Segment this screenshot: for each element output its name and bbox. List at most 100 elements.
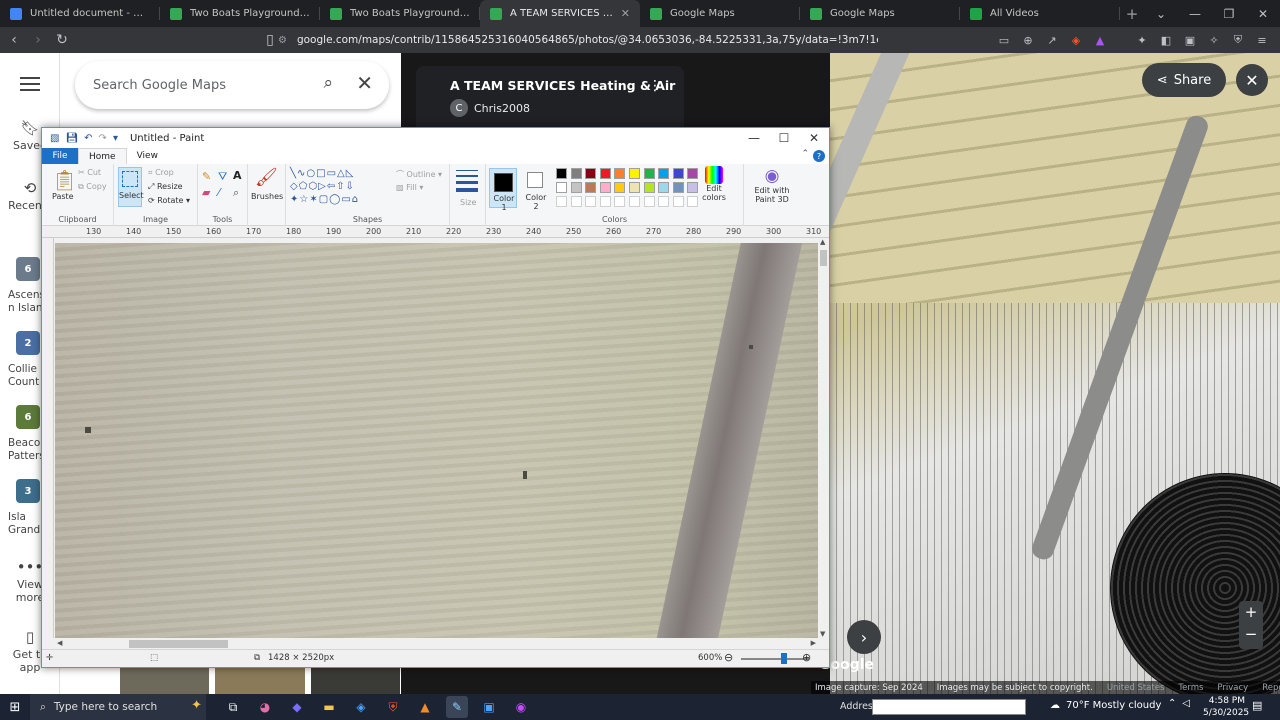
pencil-icon[interactable]: ✎ [202, 170, 211, 183]
zoom-icon[interactable]: ⊕ [1018, 30, 1038, 50]
shapes-gallery[interactable]: ╲∿○□▭△◺ ◇⬠⬡▷⇦⇧⇩ ✦☆✶▢◯▭⌂ [290, 167, 390, 207]
wallet-icon[interactable]: ▣ [1180, 30, 1200, 50]
menu-icon[interactable]: ≡ [1252, 30, 1272, 50]
leo-icon[interactable]: ✧ [1204, 30, 1224, 50]
help-icon[interactable]: ? [813, 150, 825, 162]
report-problem-link[interactable]: Report a problem [1262, 683, 1280, 693]
custom-color-slot[interactable] [629, 196, 640, 207]
paint-title-bar[interactable]: ▧ 💾︎ ↶ ↷ ▾ Untitled - Paint — ☐ ✕ [42, 128, 829, 148]
scroll-up-icon[interactable]: ▲ [820, 238, 825, 246]
recent-place-thumbnail[interactable]: 3 [16, 479, 40, 503]
paint-maximize-button[interactable]: ☐ [769, 128, 799, 148]
browser-tab[interactable]: Two Boats Playground - Google Maps [160, 0, 320, 27]
extensions-icon[interactable]: ✦ [1132, 30, 1152, 50]
photo-author[interactable]: C Chris2008 [450, 99, 666, 117]
home-tab[interactable]: Home [78, 148, 127, 164]
magnifier-icon[interactable]: ⌕ [233, 186, 239, 200]
edit-paint3d-button[interactable]: ◉ Edit with Paint 3D [748, 166, 796, 204]
photo-thumbnail[interactable] [120, 668, 210, 694]
cast-icon[interactable]: ▭ [994, 30, 1014, 50]
customize-icon[interactable]: ▾ [113, 133, 118, 144]
palette-swatch[interactable] [629, 182, 640, 193]
paint-canvas[interactable] [55, 243, 818, 638]
palette-swatch[interactable] [658, 182, 670, 193]
new-tab-button[interactable]: + [1120, 5, 1144, 23]
close-photo-button[interactable]: ✕ [1236, 64, 1268, 96]
address-toolbar-input[interactable] [872, 699, 1026, 715]
edit-colors-button[interactable]: Edit colors [694, 166, 734, 202]
remote-desktop-icon[interactable]: ▣ [478, 696, 500, 718]
tray-chevron-icon[interactable]: ⌃ [1168, 698, 1176, 709]
place-name[interactable]: A TEAM SERVICES Heating & Air [450, 78, 675, 93]
palette-swatch[interactable] [556, 168, 567, 179]
volume-icon[interactable]: ◁ [1182, 698, 1190, 709]
size-button[interactable]: Size [460, 198, 476, 207]
custom-color-slot[interactable] [585, 196, 597, 207]
site-info-icon[interactable]: ⚙ [278, 35, 287, 46]
share-button[interactable]: ⋖ Share [1142, 63, 1226, 97]
browser-tab[interactable]: Google Maps [640, 0, 800, 27]
teams-icon[interactable]: ◆ [286, 696, 308, 718]
task-view-icon[interactable]: ⧉ [222, 696, 244, 718]
windows-start-icon[interactable]: ⊞ [0, 694, 30, 720]
paint-taskbar-icon[interactable]: ✎ [446, 696, 468, 718]
custom-color-slot[interactable] [643, 196, 655, 207]
recent-place-thumbnail[interactable]: 6 [16, 405, 40, 429]
outline-button[interactable]: ⌒ Outline ▾ [396, 169, 442, 180]
restore-button[interactable]: ❐ [1212, 0, 1246, 27]
taskbar-search-input[interactable]: ⌕ Type here to search ✦ [30, 694, 206, 720]
palette-swatch[interactable] [585, 182, 597, 193]
palette-swatch[interactable] [643, 168, 655, 179]
zoom-out-icon[interactable]: ⊖ [724, 651, 733, 664]
vertical-scroll-thumb[interactable] [820, 250, 827, 266]
brave-shield-icon[interactable]: ◈ [1066, 30, 1086, 50]
brush-icon[interactable]: 🖌︎ [255, 167, 278, 188]
paste-icon[interactable]: 📋︎ [52, 168, 77, 192]
view-tab[interactable]: View [127, 148, 168, 164]
browser-tab[interactable]: Two Boats Playground - Google Maps [320, 0, 480, 27]
more-options-icon[interactable]: ⋮ [648, 78, 662, 94]
custom-color-slot[interactable] [658, 196, 670, 207]
terms-link[interactable]: Terms [1178, 683, 1203, 693]
scroll-right-icon[interactable]: ▶ [811, 639, 816, 647]
fill-icon[interactable]: ⛛ [218, 170, 227, 184]
palette-swatch[interactable] [658, 168, 670, 179]
notification-icon[interactable]: ▤ [1252, 699, 1262, 712]
palette-swatch[interactable] [556, 182, 567, 193]
paint-minimize-button[interactable]: — [739, 128, 769, 148]
brave-rewards-icon[interactable]: ▲ [1090, 30, 1110, 50]
sidebar-icon[interactable]: ◧ [1156, 30, 1176, 50]
forward-icon[interactable]: › [28, 30, 48, 50]
back-icon[interactable]: ‹ [4, 30, 24, 50]
custom-color-slot[interactable] [599, 196, 611, 207]
close-window-button[interactable]: ✕ [1246, 0, 1280, 27]
palette-swatch[interactable] [585, 168, 597, 179]
size-icon[interactable] [456, 170, 478, 192]
zoom-slider-track[interactable] [741, 658, 809, 660]
vertical-scrollbar[interactable]: ▲ ▼ [818, 238, 829, 638]
photo-thumbnail[interactable] [215, 668, 305, 694]
weather-widget[interactable]: ☁ 70°F Mostly cloudy [1050, 700, 1161, 711]
zoom-in-button[interactable]: + [1239, 601, 1263, 623]
browser-tab[interactable]: All Videos [960, 0, 1120, 27]
palette-swatch[interactable] [672, 182, 684, 193]
custom-color-slot[interactable] [672, 196, 684, 207]
palette-swatch[interactable] [599, 182, 611, 193]
bookmark-icon[interactable]: ▯ [260, 30, 280, 50]
minimize-button[interactable]: — [1178, 0, 1212, 27]
vlc-icon[interactable]: ▲ [414, 696, 436, 718]
palette-swatch[interactable] [643, 182, 655, 193]
brave-browser-icon[interactable]: ⛨ [382, 696, 404, 718]
vscode-icon[interactable]: ◈ [350, 696, 372, 718]
scroll-left-icon[interactable]: ◀ [57, 639, 62, 647]
paste-button[interactable]: Paste [52, 192, 74, 201]
clear-search-icon[interactable]: ✕ [356, 71, 373, 95]
recent-place-thumbnail[interactable]: 2 [16, 331, 40, 355]
copy-button[interactable]: ⧉ Copy [78, 182, 107, 192]
media-player-icon[interactable]: ◉ [510, 696, 532, 718]
custom-color-slot[interactable] [570, 196, 582, 207]
color2-button[interactable]: Color 2 [522, 168, 550, 211]
undo-icon[interactable]: ↶ [84, 133, 92, 144]
paint-close-button[interactable]: ✕ [799, 128, 829, 148]
file-tab[interactable]: File [42, 148, 78, 164]
